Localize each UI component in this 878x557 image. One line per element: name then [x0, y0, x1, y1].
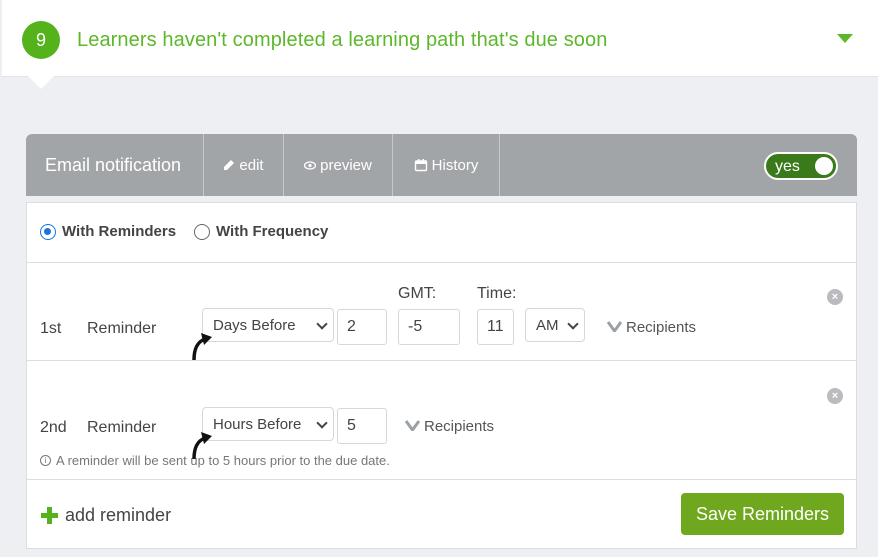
reminders-panel: With Reminders With Frequency 1st Remind…: [26, 202, 857, 549]
reminder-ordinal: 1st: [40, 320, 62, 337]
reminder-label: Reminder: [87, 320, 157, 337]
info-icon: i: [40, 455, 51, 466]
trigger-header[interactable]: 9 Learners haven't completed a learning …: [2, 0, 878, 77]
recipients-toggle[interactable]: Recipients: [404, 418, 495, 435]
email-notification-bar: Email notification edit preview History …: [26, 134, 857, 196]
reminder-hint-text: A reminder will be sent up to 5 hours pr…: [56, 453, 390, 468]
remove-reminder-icon[interactable]: ×: [827, 289, 843, 305]
reminder-row-1: 1st Reminder Days Before 2 GMT: -5 Time:…: [27, 263, 856, 361]
history-label: History: [431, 156, 479, 174]
chevron-down-icon: [316, 417, 328, 429]
collapse-caret-icon[interactable]: [837, 34, 853, 43]
calendar-icon: [414, 158, 428, 172]
chevron-down-icon: [316, 318, 328, 330]
plus-icon: [41, 507, 58, 524]
add-reminder-link[interactable]: add reminder: [41, 505, 171, 526]
amount-input[interactable]: 2: [337, 309, 387, 345]
recipients-toggle[interactable]: Recipients: [606, 319, 697, 336]
with-frequency-label: With Frequency: [216, 223, 329, 240]
reminder-label: Reminder: [87, 419, 157, 436]
preview-tab[interactable]: preview: [284, 134, 393, 196]
curved-arrow-icon: [192, 432, 212, 460]
trigger-title: Learners haven't completed a learning pa…: [77, 29, 608, 51]
timing-select[interactable]: Days Before: [202, 308, 334, 342]
ampm-select-value: AM: [536, 316, 559, 334]
add-reminder-label: add reminder: [65, 505, 172, 525]
with-frequency-radio[interactable]: With Frequency: [194, 223, 328, 240]
remove-reminder-icon[interactable]: ×: [827, 388, 843, 404]
save-reminders-button[interactable]: Save Reminders: [681, 493, 844, 535]
gmt-input[interactable]: -5: [398, 309, 460, 345]
toggle-knob: [815, 157, 833, 175]
reminder-ordinal: 2nd: [40, 419, 67, 436]
recipients-label: Recipients: [626, 319, 697, 336]
radio-selected-icon: [40, 223, 56, 240]
eye-icon: [304, 160, 317, 170]
reminder-mode-row: With Reminders With Frequency: [27, 203, 856, 263]
chevron-down-icon: [567, 318, 579, 330]
edit-icon: [223, 159, 235, 171]
radio-unselected-icon: [194, 223, 210, 240]
curved-arrow-icon: [192, 333, 212, 361]
history-tab[interactable]: History: [393, 134, 500, 196]
step-number-badge: 9: [22, 21, 60, 59]
timing-select-value: Days Before: [213, 316, 296, 334]
notification-enabled-toggle[interactable]: yes: [764, 152, 838, 180]
amount-input[interactable]: 5: [337, 408, 387, 444]
chevron-down-icon: [606, 319, 623, 336]
with-reminders-radio[interactable]: With Reminders: [40, 223, 176, 240]
edit-label: edit: [239, 156, 264, 174]
toggle-label: yes: [775, 158, 800, 175]
with-reminders-label: With Reminders: [62, 223, 177, 240]
timing-select[interactable]: Hours Before: [202, 407, 334, 441]
preview-label: preview: [320, 156, 372, 174]
time-input[interactable]: 11: [477, 309, 514, 345]
time-label: Time:: [477, 285, 517, 302]
recipients-label: Recipients: [424, 418, 495, 435]
email-notification-title: Email notification: [26, 134, 204, 196]
gmt-label: GMT:: [398, 285, 437, 302]
header-pointer: [28, 76, 54, 89]
reminder-row-2: 2nd Reminder Hours Before 5 Recipients ×…: [27, 361, 856, 480]
ampm-select[interactable]: AM: [525, 308, 585, 342]
timing-select-value: Hours Before: [213, 415, 302, 433]
chevron-down-icon: [404, 418, 421, 435]
edit-tab[interactable]: edit: [204, 134, 284, 196]
